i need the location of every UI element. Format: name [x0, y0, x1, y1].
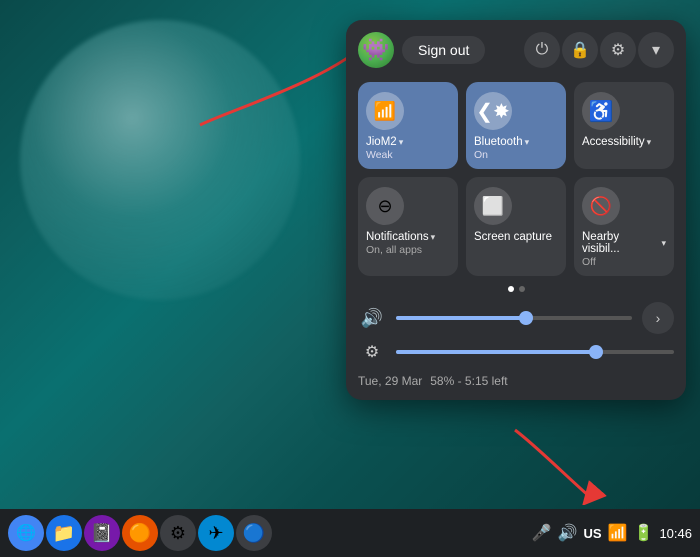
notifications-chevron-icon: ▾: [431, 232, 436, 243]
bluetooth-icon: ❮✸: [476, 99, 510, 124]
brightness-track[interactable]: [396, 350, 674, 354]
accessibility-toggle[interactable]: ♿ Accessibility ▾: [574, 82, 674, 169]
taskbar-mic-icon[interactable]: 🎤: [532, 523, 552, 543]
screencapture-label-text: Screen capture: [474, 231, 552, 243]
taskbar-time[interactable]: 10:46: [659, 526, 692, 541]
taskbar-icon-apps[interactable]: 🌐: [8, 515, 44, 551]
expand-icon: ›: [656, 310, 661, 326]
screencapture-label: Screen capture: [474, 231, 552, 243]
brightness-slider-row: ⚙: [358, 342, 674, 362]
nearby-label-text: Nearby visibil...: [582, 231, 659, 255]
wifi-sublabel: Weak: [366, 149, 393, 161]
bluetooth-toggle[interactable]: ❮✸ Bluetooth ▾ On: [466, 82, 566, 169]
nearby-label: Nearby visibil... ▾: [582, 231, 666, 255]
settings-icon: ⚙: [611, 40, 625, 60]
wifi-toggle[interactable]: 📶 JioM2 ▾ Weak: [358, 82, 458, 169]
notifications-sublabel: On, all apps: [366, 244, 422, 256]
dot-1: [508, 286, 514, 292]
volume-track[interactable]: [396, 316, 632, 320]
brightness-icon: ⚙: [358, 342, 386, 362]
nearby-toggle[interactable]: 🚫 Nearby visibil... ▾ Off: [574, 177, 674, 276]
taskbar-speaker-icon[interactable]: 🔊: [558, 523, 578, 543]
taskbar: 🌐 📁 📓 🟠 ⚙ ✈ 🔵 🎤 🔊 US 📶 🔋 10:46: [0, 509, 700, 557]
pagination-dots: [358, 286, 674, 292]
dot-2: [519, 286, 525, 292]
screencapture-icon: ⬜: [482, 196, 504, 217]
nearby-sublabel: Off: [582, 256, 596, 268]
volume-expand-button[interactable]: ›: [642, 302, 674, 334]
status-battery: 58% - 5:15 left: [430, 374, 507, 388]
bluetooth-chevron-icon: ▾: [525, 137, 530, 148]
taskbar-icon-chrome[interactable]: 🔵: [236, 515, 272, 551]
taskbar-icon-files[interactable]: 📁: [46, 515, 82, 551]
notifications-toggle[interactable]: ⊖ Notifications ▾ On, all apps: [358, 177, 458, 276]
qs-header: Sign out ⏻ 🔒 ⚙ ▾: [358, 32, 674, 68]
background-bubble: [20, 20, 300, 300]
bluetooth-label-text: Bluetooth: [474, 136, 523, 148]
brightness-thumb: [589, 345, 603, 359]
screencapture-icon-wrap: ⬜: [474, 187, 512, 225]
nearby-icon-wrap: 🚫: [582, 187, 620, 225]
notifications-label: Notifications ▾: [366, 231, 435, 243]
accessibility-icon-wrap: ♿: [582, 92, 620, 130]
volume-fill: [396, 316, 526, 320]
taskbar-right: 🎤 🔊 US 📶 🔋 10:46: [532, 523, 692, 543]
wifi-chevron-icon: ▾: [399, 137, 404, 148]
avatar[interactable]: [358, 32, 394, 68]
signout-button[interactable]: Sign out: [402, 36, 485, 64]
wifi-icon: 📶: [374, 101, 396, 122]
bluetooth-icon-wrap: ❮✸: [474, 92, 512, 130]
taskbar-icon-settings[interactable]: ⚙: [160, 515, 196, 551]
quick-settings-panel: Sign out ⏻ 🔒 ⚙ ▾ 📶 JioM2 ▾: [346, 20, 686, 400]
accessibility-icon: ♿: [589, 99, 614, 124]
wifi-label: JioM2 ▾: [366, 136, 403, 148]
notifications-icon-wrap: ⊖: [366, 187, 404, 225]
taskbar-icon-telegram[interactable]: ✈: [198, 515, 234, 551]
power-button[interactable]: ⏻: [524, 32, 560, 68]
volume-slider-row: 🔊 ›: [358, 302, 674, 334]
bluetooth-sublabel: On: [474, 149, 488, 161]
taskbar-battery-icon: 🔋: [634, 523, 654, 543]
notifications-icon: ⊖: [377, 196, 392, 217]
accessibility-label-text: Accessibility: [582, 136, 645, 148]
nearby-chevron-icon: ▾: [661, 238, 666, 249]
volume-thumb: [519, 311, 533, 325]
expand-button[interactable]: ▾: [638, 32, 674, 68]
nearby-icon: 🚫: [590, 196, 612, 217]
taskbar-language[interactable]: US: [584, 526, 602, 541]
power-icon: ⏻: [536, 41, 549, 59]
bluetooth-label: Bluetooth ▾: [474, 136, 529, 148]
accessibility-chevron-icon: ▾: [647, 137, 652, 148]
status-date: Tue, 29 Mar: [358, 374, 422, 388]
taskbar-wifi-icon[interactable]: 📶: [608, 523, 628, 543]
volume-icon: 🔊: [358, 308, 386, 329]
chevron-down-icon: ▾: [652, 40, 660, 60]
lock-button[interactable]: 🔒: [562, 32, 598, 68]
brightness-fill: [396, 350, 596, 354]
wifi-label-text: JioM2: [366, 136, 397, 148]
lock-icon: 🔒: [570, 40, 590, 60]
toggles-grid: 📶 JioM2 ▾ Weak ❮✸ Bluetooth ▾ On ♿: [358, 82, 674, 276]
status-bar: Tue, 29 Mar 58% - 5:15 left: [358, 370, 674, 388]
taskbar-icon-onenote[interactable]: 📓: [84, 515, 120, 551]
wifi-icon-wrap: 📶: [366, 92, 404, 130]
taskbar-icon-orange[interactable]: 🟠: [122, 515, 158, 551]
notifications-label-text: Notifications: [366, 231, 429, 243]
header-icons: ⏻ 🔒 ⚙ ▾: [524, 32, 674, 68]
accessibility-label: Accessibility ▾: [582, 136, 651, 148]
settings-button[interactable]: ⚙: [600, 32, 636, 68]
screencapture-toggle[interactable]: ⬜ Screen capture: [466, 177, 566, 276]
